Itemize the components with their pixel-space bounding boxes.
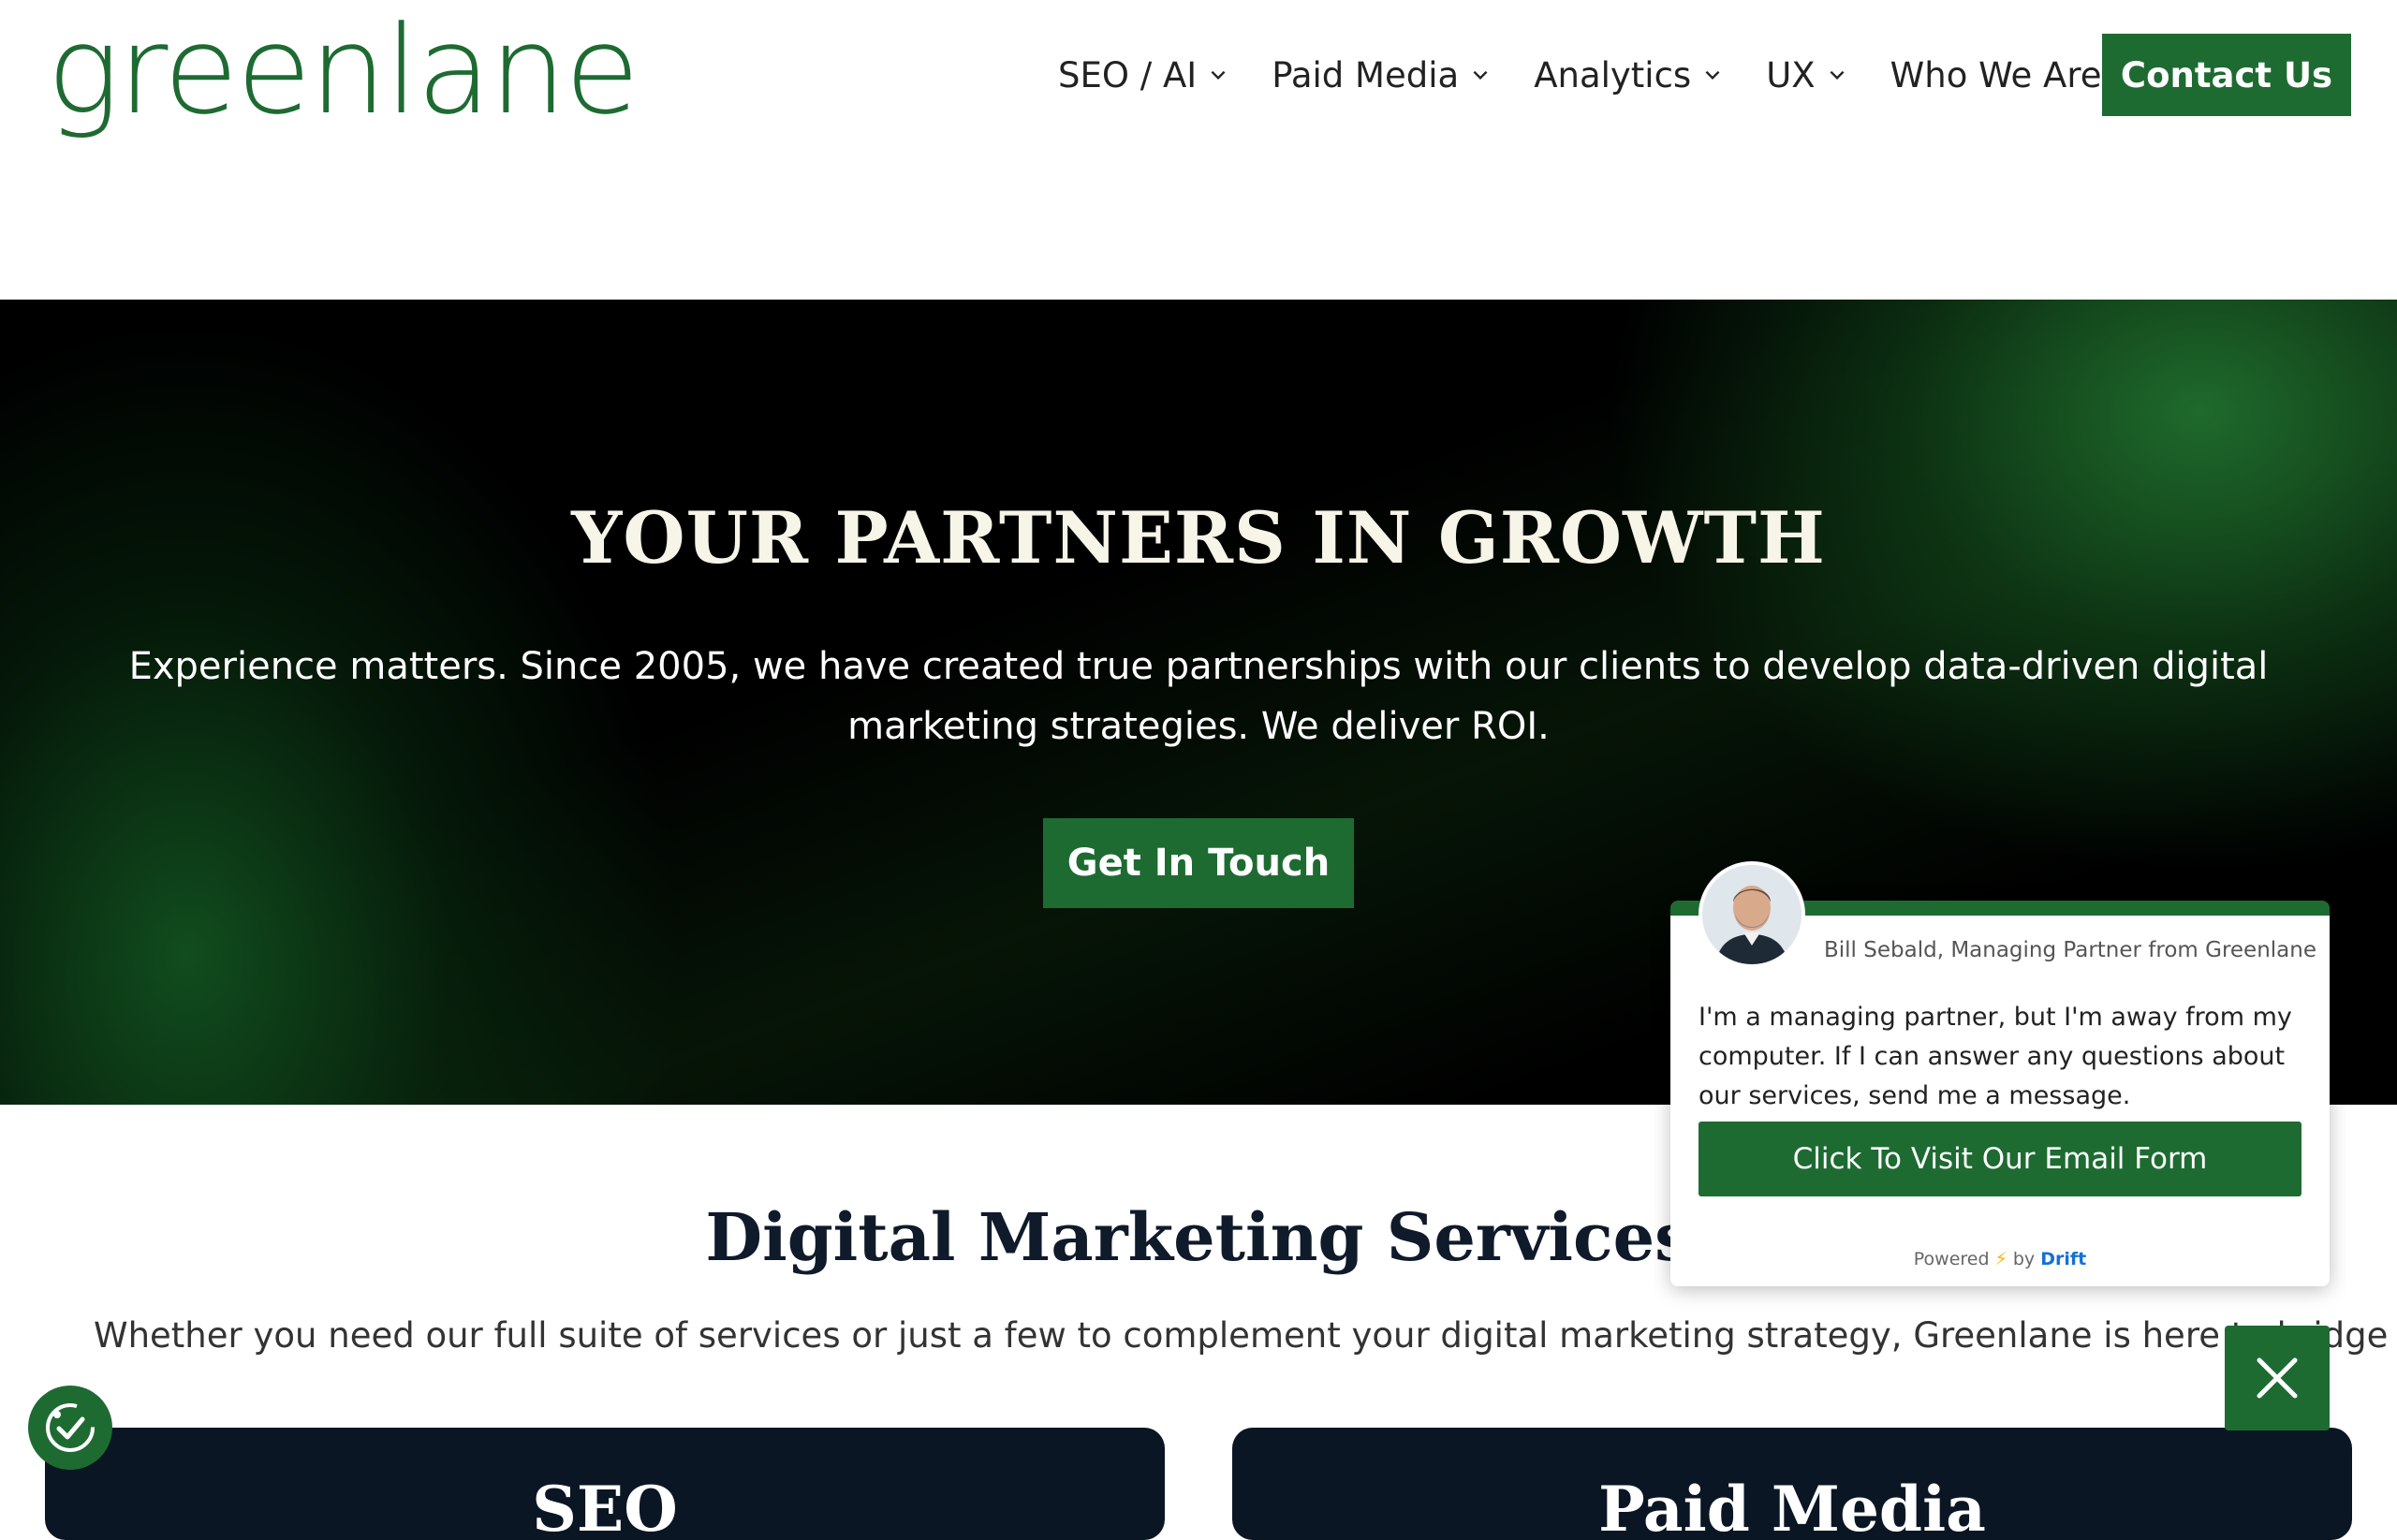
chat-close-button[interactable] — [2225, 1326, 2330, 1430]
services-subtitle: Whether you need our full suite of servi… — [94, 1315, 2397, 1356]
hero-title: YOUR PARTNERS IN GROWTH — [571, 496, 1826, 579]
powered-by-drift[interactable]: Powered ⚡ by Drift — [1670, 1249, 2330, 1269]
chevron-down-icon — [1705, 70, 1720, 81]
site-header: greenlane SEO / AI Paid Media Analytics … — [0, 0, 2397, 300]
service-card-title: SEO — [532, 1473, 678, 1540]
powered-prefix: Powered — [1913, 1249, 1990, 1269]
nav-item-seo-ai[interactable]: SEO / AI — [1058, 55, 1228, 95]
nav-item-paid-media[interactable]: Paid Media — [1272, 55, 1491, 95]
close-icon — [2257, 1357, 2298, 1399]
chevron-down-icon — [1473, 70, 1488, 81]
service-card-seo[interactable]: SEO — [45, 1428, 1165, 1540]
nav-item-who-we-are[interactable]: Who We Are — [1890, 55, 2134, 95]
accessibility-button[interactable] — [28, 1386, 112, 1470]
hero-subtitle: Experience matters. Since 2005, we have … — [128, 645, 2269, 748]
nav-item-analytics[interactable]: Analytics — [1534, 55, 1723, 95]
nav-item-label: Paid Media — [1272, 54, 1460, 95]
visit-email-form-button[interactable]: Click To Visit Our Email Form — [1698, 1122, 2301, 1196]
nav-item-ux[interactable]: UX — [1766, 55, 1846, 95]
nav-item-label: UX — [1766, 54, 1816, 95]
chevron-down-icon — [1211, 70, 1226, 81]
powered-suffix: by — [2012, 1249, 2036, 1269]
contact-us-button[interactable]: Contact Us — [2102, 34, 2351, 116]
greenlane-logo[interactable]: greenlane — [47, 0, 640, 140]
person-avatar-icon — [1702, 865, 1801, 964]
main-nav: SEO / AI Paid Media Analytics UX Who We … — [1058, 34, 2177, 116]
chevron-down-icon — [1830, 70, 1845, 81]
avatar — [1698, 861, 1805, 968]
lightning-bolt-icon: ⚡ — [1994, 1249, 2007, 1269]
nav-item-label: Who We Are — [1890, 54, 2102, 95]
drift-brand: Drift — [2040, 1249, 2087, 1269]
chat-agent-name: Bill Sebald, Managing Partner from Green… — [1824, 938, 2317, 962]
service-card-paid-media[interactable]: Paid Media — [1232, 1428, 2352, 1540]
get-in-touch-button[interactable]: Get In Touch — [1043, 818, 1354, 908]
nav-item-label: SEO / AI — [1058, 54, 1198, 95]
service-card-title: Paid Media — [1598, 1473, 1986, 1540]
chat-message: I'm a managing partner, but I'm away fro… — [1698, 1003, 2292, 1110]
accessibility-check-icon — [46, 1403, 95, 1452]
nav-item-label: Analytics — [1534, 54, 1692, 95]
